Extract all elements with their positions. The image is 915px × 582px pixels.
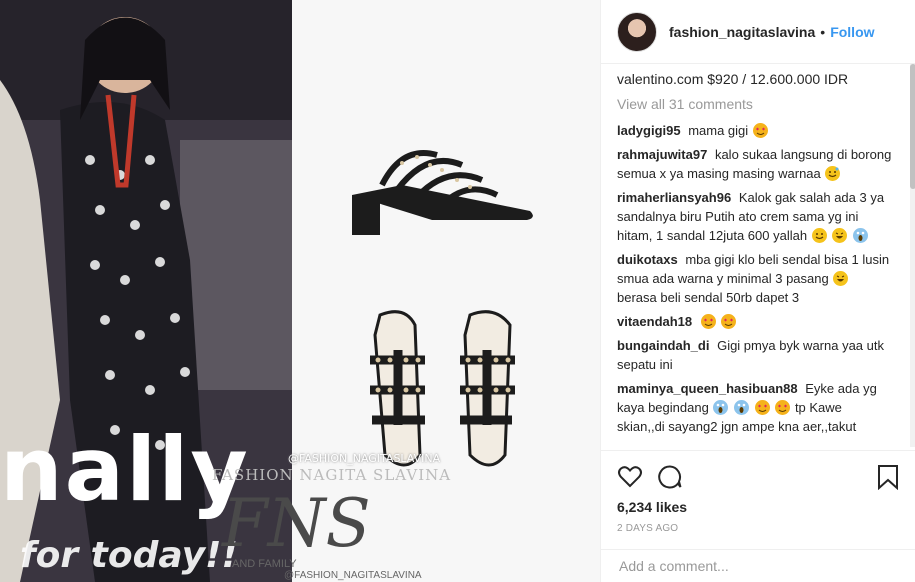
comment-item: bungaindah_di Gigi pmya byk warna yaa ut…	[617, 336, 892, 374]
bookmark-icon[interactable]	[876, 464, 900, 490]
product-panel: @FASHION_NAGITASLAVINA FASHION NAGITA SL…	[212, 0, 600, 582]
heart-icon[interactable]	[617, 464, 643, 490]
grinning-sweat-emoji-icon	[825, 166, 841, 181]
watermark-handle: @FASHION_NAGITASLAVINA	[288, 452, 441, 465]
comment-username[interactable]: duikotaxs	[617, 252, 678, 267]
comment-username[interactable]: ladygigi95	[617, 123, 681, 138]
sandal-top-image	[370, 310, 515, 467]
comment-item: rimaherliansyah96 Kalok gak salah ada 3 …	[617, 188, 892, 245]
heart-eyes-emoji-icon	[721, 314, 737, 329]
post-timestamp: 2 DAYS AGO	[617, 523, 679, 534]
laughing-emoji-icon	[833, 271, 849, 286]
scrollbar-thumb[interactable]	[910, 64, 915, 189]
comment-item: vitaendah18	[617, 312, 892, 331]
comments-list[interactable]: valentino.com $920 / 12.600.000 IDR View…	[601, 64, 908, 447]
post-actions: 6,234 likes 2 DAYS AGO	[601, 450, 915, 534]
username[interactable]: fashion_nagitaslavina	[669, 24, 815, 40]
sandal-side-image	[352, 150, 533, 235]
comment-username[interactable]: rimaherliansyah96	[617, 190, 731, 205]
action-icons-row	[617, 457, 900, 497]
smile-emoji-icon	[811, 228, 827, 243]
heart-eyes-emoji-icon	[754, 400, 770, 415]
heart-eyes-emoji-icon	[775, 400, 791, 415]
comment-username[interactable]: maminya_queen_hasibuan88	[617, 381, 798, 396]
post-header: fashion_nagitaslavina • Follow	[601, 0, 915, 64]
watermark-handle-2: @FASHION_NAGITASLAVINA	[284, 570, 422, 581]
add-comment-input[interactable]	[617, 557, 900, 575]
laughing-emoji-icon	[832, 228, 848, 243]
comment-text-cont: berasa beli sendal 50rb dapet 3	[617, 290, 800, 305]
post-caption: valentino.com $920 / 12.600.000 IDR	[617, 71, 849, 87]
scream-emoji-icon	[852, 228, 868, 243]
watermark-family: AND FAMILY	[232, 558, 297, 570]
comment-item: maminya_queen_hasibuan88 Eyke ada yg kay…	[617, 379, 892, 436]
separator-dot: •	[820, 23, 826, 40]
comment-username[interactable]: vitaendah18	[617, 314, 692, 329]
heart-eyes-emoji-icon	[752, 123, 768, 138]
comments-scrollbar[interactable]	[910, 64, 915, 447]
avatar[interactable]	[617, 11, 657, 52]
comment-item: ladygigi95 mama gigi	[617, 121, 892, 140]
comment-icon[interactable]	[657, 464, 683, 490]
comment-item: rahmajuwita97 kalo sukaa langsung di bor…	[617, 145, 892, 183]
comment-username[interactable]: bungaindah_di	[617, 338, 709, 353]
follow-button[interactable]: Follow	[830, 24, 874, 40]
view-all-comments-link[interactable]: View all 31 comments	[617, 96, 892, 112]
watermark-logo: FNS	[222, 485, 371, 562]
post-image[interactable]: nally for today!! @FASHION_NAGITASLAVINA…	[0, 0, 600, 582]
comment-text: mama gigi	[688, 123, 749, 138]
scream-emoji-icon	[734, 400, 750, 415]
likes-count[interactable]: 6,234 likes	[617, 499, 900, 515]
scream-emoji-icon	[713, 400, 729, 415]
overlay-text-bottom: for today!!	[20, 535, 238, 576]
post-sidebar: fashion_nagitaslavina • Follow valentino…	[600, 0, 915, 582]
comment-username[interactable]: rahmajuwita97	[617, 147, 707, 162]
watermark-name: FASHION NAGITA SLAVINA	[212, 466, 452, 484]
add-comment-bar	[601, 549, 915, 582]
heart-eyes-emoji-icon	[700, 314, 716, 329]
comment-item: duikotaxs mba gigi klo beli sendal bisa …	[617, 250, 892, 307]
